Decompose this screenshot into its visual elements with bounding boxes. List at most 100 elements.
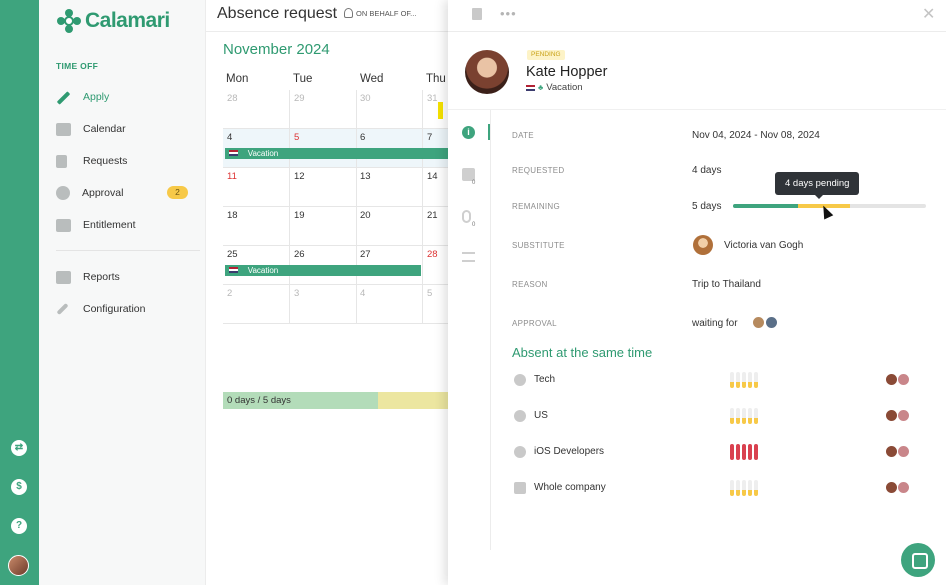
approver-avatar (765, 316, 778, 329)
calendar-day[interactable]: 18 (223, 207, 290, 246)
header-divider (448, 109, 946, 110)
sidebar: Calamari TIME OFF Apply Calendar Request… (39, 0, 206, 585)
team-name: Whole company (534, 482, 606, 493)
calendar-day[interactable]: 2 (223, 285, 290, 324)
reason-value: Trip to Thailand (692, 279, 761, 290)
history-list-icon[interactable] (462, 252, 475, 262)
pencil-icon (56, 90, 71, 105)
palm-tree-icon: ♣ (240, 149, 246, 158)
calendar-day[interactable]: 28 (223, 90, 290, 129)
logo[interactable]: Calamari (57, 8, 170, 34)
sidebar-item-reports[interactable]: Reports (56, 267, 120, 287)
approval-label: APPROVAL (512, 319, 557, 328)
logo-text: Calamari (85, 9, 170, 32)
vacation-event-label: Vacation (247, 149, 279, 158)
remaining-bar-available (733, 204, 798, 208)
calendar-icon (56, 122, 71, 136)
team-avatars (885, 373, 913, 387)
team-availability (730, 372, 758, 388)
attachment-icon[interactable] (462, 210, 471, 223)
calendar-day[interactable]: 4 (356, 285, 423, 324)
billing-icon[interactable]: $ (11, 479, 27, 495)
us-flag-icon (229, 150, 238, 156)
sidebar-item-entitlement[interactable]: Entitlement (56, 215, 136, 235)
sidebar-item-apply[interactable]: Apply (56, 87, 109, 107)
calendar-day[interactable]: 20 (356, 207, 423, 246)
weekday-header: Wed (360, 73, 384, 85)
more-options-icon[interactable]: ••• (500, 6, 517, 21)
building-icon (514, 482, 526, 494)
team-availability (730, 408, 758, 424)
sidebar-divider (56, 250, 200, 251)
sidebar-item-configuration[interactable]: Configuration (56, 299, 145, 319)
status-badge: PENDING (527, 50, 565, 60)
substitute-label: SUBSTITUTE (512, 241, 565, 250)
sidebar-item-label: Calendar (83, 123, 126, 135)
bar-chart-icon (56, 218, 71, 232)
date-value: Nov 04, 2024 - Nov 08, 2024 (692, 130, 820, 141)
team-icon (514, 410, 526, 422)
trash-icon[interactable] (472, 8, 482, 20)
chat-support-button[interactable] (901, 543, 935, 577)
pending-tooltip: 4 days pending (775, 172, 860, 199)
check-circle-icon (56, 186, 70, 200)
team-name: iOS Developers (534, 446, 605, 457)
requester-name: Kate Hopper (526, 64, 608, 80)
approval-count-badge: 2 (167, 186, 188, 199)
date-label: DATE (512, 131, 534, 140)
sidebar-item-requests[interactable]: Requests (56, 151, 127, 171)
team-icon (514, 374, 526, 386)
team-avatars (885, 445, 913, 459)
folder-icon (56, 270, 71, 284)
sidebar-item-label: Reports (83, 271, 120, 283)
calendar-day[interactable]: 3 (290, 285, 357, 324)
weekday-header: Thu (426, 73, 446, 85)
calendar-day[interactable]: 12 (290, 168, 357, 207)
person-icon (344, 8, 353, 18)
sidebar-item-label: Entitlement (83, 219, 136, 231)
calendar-day[interactable]: 19 (290, 207, 357, 246)
absence-type: ♣ Vacation (526, 82, 583, 93)
on-behalf-button[interactable]: ON BEHALF OF... (344, 8, 416, 18)
active-tab-indicator (488, 124, 490, 140)
team-name: Tech (534, 374, 556, 385)
request-detail-drawer: ••• ✕ PENDING Kate Hopper ♣ Vacation i 0… (448, 0, 946, 585)
user-avatar[interactable] (8, 555, 29, 576)
wrench-icon (56, 302, 69, 316)
on-behalf-label: ON BEHALF OF... (356, 8, 417, 18)
reason-label: REASON (512, 280, 548, 289)
calendar-day[interactable]: 30 (356, 90, 423, 129)
team-avatars (885, 409, 913, 423)
drawer-toolbar: ••• ✕ (448, 0, 946, 32)
help-icon[interactable]: ? (11, 518, 27, 534)
sidebar-item-calendar[interactable]: Calendar (56, 119, 126, 139)
close-icon[interactable]: ✕ (922, 4, 935, 24)
info-icon[interactable]: i (462, 126, 475, 139)
section-label: TIME OFF (56, 61, 99, 71)
team-row[interactable]: Whole company (514, 480, 914, 496)
app-rail: ⇄ $ ? (0, 0, 39, 585)
logo-icon (57, 9, 81, 33)
team-name: US (534, 410, 548, 421)
remaining-label: REMAINING (512, 202, 561, 211)
announcement-icon[interactable]: ⇄ (11, 440, 27, 456)
calendar-day[interactable]: 29 (290, 90, 357, 129)
sidebar-item-label: Apply (83, 91, 110, 103)
drawer-tabs-divider (490, 110, 491, 550)
balance-fill: 0 days / 5 days (223, 392, 378, 409)
approver-avatar (752, 316, 765, 329)
calendar-day[interactable]: 11 (223, 168, 290, 207)
document-icon (56, 154, 67, 168)
sidebar-item-label: Configuration (83, 303, 146, 315)
calendar-day[interactable]: 13 (356, 168, 423, 207)
team-row[interactable]: iOS Developers (514, 444, 914, 460)
vacation-event[interactable]: ♣ Vacation (225, 265, 421, 276)
team-row[interactable]: US (514, 408, 914, 424)
sidebar-item-approval[interactable]: Approval (56, 183, 123, 203)
absence-type-label: Vacation (546, 82, 583, 93)
team-row[interactable]: Tech (514, 372, 914, 388)
remaining-value: 5 days (692, 201, 722, 212)
vacation-event[interactable]: ♣ Vacation (225, 148, 448, 159)
balance-bar: 0 days / 5 days (223, 392, 448, 409)
palm-tree-icon: ♣ (538, 83, 544, 92)
